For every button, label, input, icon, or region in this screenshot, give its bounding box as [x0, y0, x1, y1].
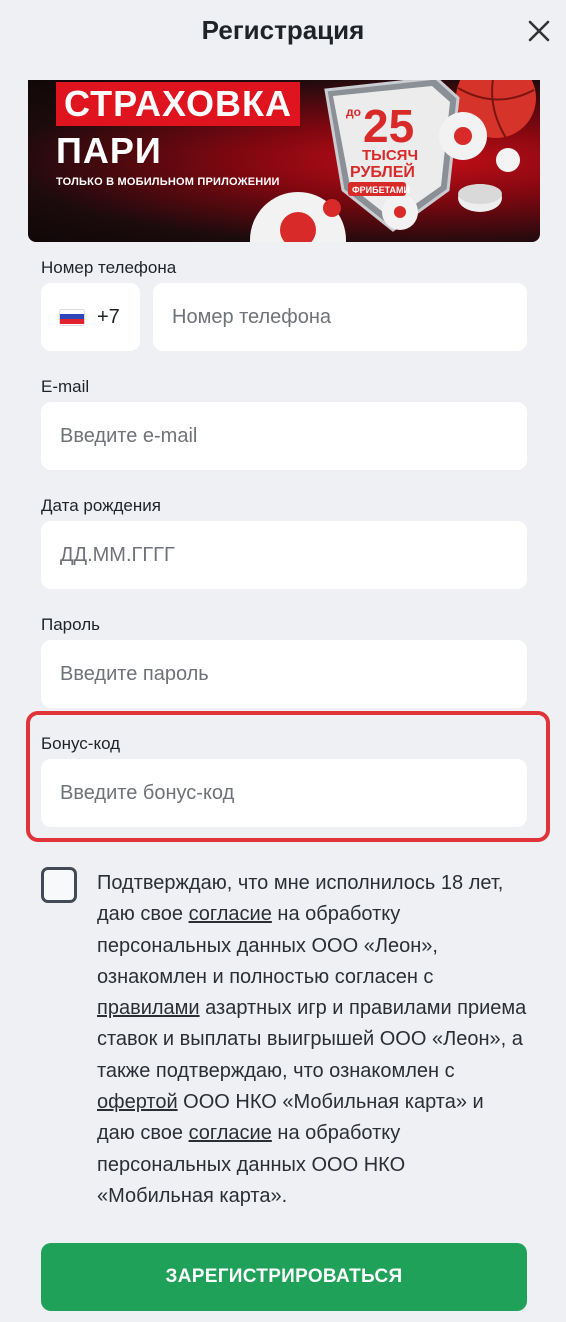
- page-title: Регистрация: [201, 15, 365, 45]
- promo-banner[interactable]: до 25 ТЫСЯЧ РУБЛЕЙ ФРИБЕТАМИ СТРАХОВКА П…: [28, 80, 540, 242]
- close-button[interactable]: [522, 14, 556, 48]
- rules-link[interactable]: правилами: [97, 997, 200, 1019]
- country-code-selector[interactable]: +7: [41, 283, 140, 351]
- bonus-code-input[interactable]: Введите бонус-код: [41, 759, 527, 827]
- email-label: E-mail: [41, 377, 90, 396]
- register-button[interactable]: ЗАРЕГИСТРИРОВАТЬСЯ: [41, 1243, 527, 1311]
- banner-headline-2: ПАРИ: [56, 130, 162, 171]
- russia-flag-icon: [59, 308, 85, 326]
- bonus-code-label: Бонус-код: [41, 734, 121, 753]
- badge-unit-2: РУБЛЕЙ: [350, 162, 415, 181]
- banner-subline: ТОЛЬКО В МОБИЛЬНОМ ПРИЛОЖЕНИИ: [56, 176, 280, 188]
- badge-tag: ФРИБЕТАМИ: [352, 185, 410, 195]
- consent-checkbox[interactable]: [41, 867, 77, 903]
- password-label: Пароль: [41, 615, 100, 634]
- consent-link-2[interactable]: согласие: [189, 1122, 272, 1144]
- badge-amount: 25: [363, 100, 414, 152]
- modal-header: Регистрация: [0, 0, 566, 64]
- birthdate-input[interactable]: ДД.ММ.ГГГГ: [41, 521, 527, 589]
- birthdate-label: Дата рождения: [41, 496, 161, 515]
- banner-headline-1: СТРАХОВКА: [56, 82, 300, 126]
- phone-label: Номер телефона: [41, 258, 177, 277]
- consent-text: Подтверждаю, что мне исполнилось 18 лет,…: [97, 868, 527, 1212]
- close-icon: [528, 20, 550, 42]
- password-input[interactable]: Введите пароль: [41, 640, 527, 708]
- consent-link[interactable]: согласие: [189, 903, 272, 925]
- offer-link[interactable]: офертой: [97, 1091, 178, 1113]
- badge-prefix: до: [346, 105, 361, 119]
- email-input[interactable]: Введите e-mail: [41, 402, 527, 470]
- country-code: +7: [97, 305, 120, 328]
- phone-input[interactable]: Номер телефона: [153, 283, 527, 351]
- badge-unit-1: ТЫСЯЧ: [362, 147, 418, 164]
